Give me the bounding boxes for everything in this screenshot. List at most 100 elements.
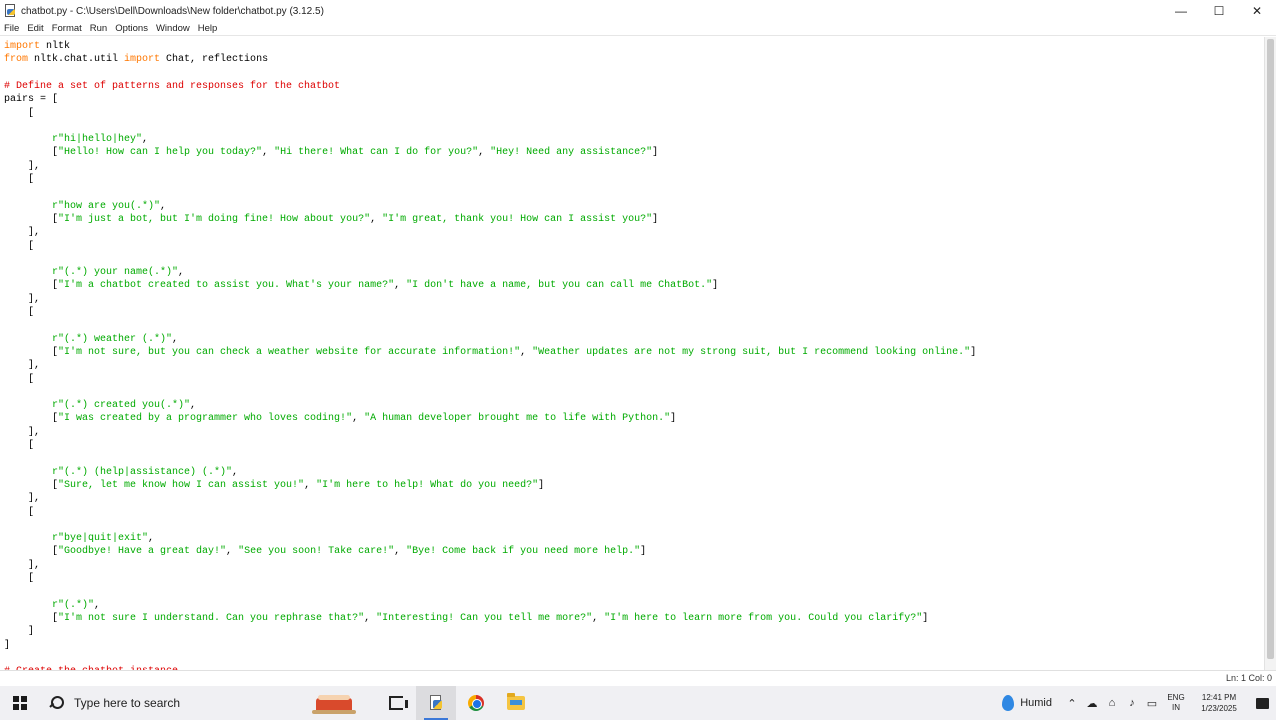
- code-token: ,: [370, 213, 383, 225]
- code-token: "I'm not sure I understand. Can you reph…: [58, 612, 365, 624]
- code-token: # Define a set of patterns and responses…: [4, 80, 341, 92]
- window-title: chatbot.py - C:\Users\Dell\Downloads\New…: [21, 5, 324, 17]
- code-token: ]: [640, 546, 647, 558]
- menu-window[interactable]: Window: [156, 23, 190, 34]
- code-token: [: [4, 107, 35, 119]
- language-region: IN: [1172, 703, 1180, 712]
- code-token: r"(.*) weather (.*)": [4, 333, 173, 345]
- code-token: "I'm here to help! What do you need?": [316, 479, 539, 491]
- code-line: [: [4, 373, 34, 386]
- code-line: [: [4, 572, 34, 585]
- menu-edit[interactable]: Edit: [27, 23, 43, 34]
- code-token: [: [4, 440, 35, 451]
- code-line: ],: [4, 492, 40, 505]
- code-line: [: [4, 240, 34, 253]
- code-token: "Interesting! Can you tell me more?": [376, 612, 593, 624]
- minimize-button[interactable]: —: [1162, 0, 1200, 22]
- code-token: ]: [712, 280, 719, 292]
- menu-run[interactable]: Run: [90, 23, 107, 34]
- code-line: from nltk.chat.util import Chat, reflect…: [4, 53, 268, 66]
- code-token: ,: [592, 612, 605, 624]
- code-token: "Sure, let me know how I can assist you!…: [58, 479, 305, 491]
- taskbar-file-explorer[interactable]: [496, 686, 536, 720]
- code-line: ["Hello! How can I help you today?", "Hi…: [4, 146, 658, 159]
- code-token: "I'm here to learn more from you. Could …: [604, 612, 923, 624]
- code-token: r"bye|quit|exit": [4, 533, 149, 545]
- menu-file[interactable]: File: [4, 23, 19, 34]
- taskbar-idle[interactable]: [416, 686, 456, 720]
- maximize-button[interactable]: ☐: [1200, 0, 1238, 22]
- code-token: [: [4, 413, 59, 425]
- code-line: pairs = [: [4, 93, 58, 106]
- menu-bar: File Edit Format Run Options Window Help: [0, 22, 1276, 36]
- vertical-scrollbar[interactable]: [1264, 37, 1276, 670]
- onedrive-icon[interactable]: ☁: [1082, 686, 1102, 720]
- code-token: ,: [232, 466, 239, 478]
- code-line: ["Goodbye! Have a great day!", "See you …: [4, 545, 646, 558]
- language-indicator[interactable]: ENG IN: [1162, 693, 1190, 713]
- code-token: r"how are you(.*)": [4, 200, 161, 212]
- task-view-button[interactable]: [376, 686, 416, 720]
- taskbar-chrome[interactable]: [456, 686, 496, 720]
- taskbar-search[interactable]: Type here to search: [40, 686, 254, 720]
- code-token: ,: [520, 346, 533, 358]
- code-token: [: [4, 479, 59, 491]
- menu-options[interactable]: Options: [115, 23, 148, 34]
- clock[interactable]: 12:41 PM 1/23/2025: [1190, 692, 1248, 714]
- clock-time: 12:41 PM: [1201, 693, 1237, 702]
- code-token: "I'm not sure, but you can check a weath…: [58, 346, 521, 358]
- menu-format[interactable]: Format: [52, 23, 82, 34]
- code-token: ],: [4, 426, 41, 438]
- code-token: "I'm great, thank you! How can I assist …: [382, 213, 653, 225]
- folder-icon: [507, 693, 525, 710]
- code-token: ,: [352, 413, 365, 425]
- battery-icon[interactable]: ▭: [1142, 686, 1162, 720]
- status-bar: Ln: 1 Col: 0: [0, 670, 1276, 686]
- code-line: [: [4, 439, 34, 452]
- code-token: ,: [364, 612, 377, 624]
- code-token: nltk: [40, 41, 71, 52]
- start-button[interactable]: [0, 686, 40, 720]
- close-button[interactable]: ✕: [1238, 0, 1276, 22]
- code-line: [: [4, 173, 34, 186]
- code-token: "Hi there! What can I do for you?": [274, 147, 479, 159]
- code-token: [: [4, 612, 59, 624]
- code-token: "Hey! Need any assistance?": [490, 147, 653, 159]
- scrollbar-thumb[interactable]: [1267, 39, 1274, 659]
- code-line: ["I was created by a programmer who love…: [4, 412, 676, 425]
- network-icon[interactable]: ⌂: [1102, 686, 1122, 720]
- code-token: pairs = [: [4, 94, 59, 106]
- code-token: r"(.*) created you(.*)": [4, 400, 191, 412]
- chevron-up-icon[interactable]: ⌃: [1062, 686, 1082, 720]
- code-token: ,: [226, 546, 239, 558]
- code-line: ],: [4, 160, 40, 173]
- code-line: ]: [4, 639, 10, 652]
- code-editor[interactable]: import nltk from nltk.chat.util import Ch…: [0, 37, 1264, 670]
- search-highlight-image[interactable]: [310, 689, 358, 717]
- code-line: [: [4, 306, 34, 319]
- code-token: ,: [148, 533, 155, 545]
- menu-help[interactable]: Help: [198, 23, 218, 34]
- code-line: ["Sure, let me know how I can assist you…: [4, 479, 544, 492]
- python-idle-icon: [428, 695, 444, 711]
- code-token: [: [4, 280, 59, 292]
- code-line: r"(.*) your name(.*)",: [4, 266, 184, 279]
- code-token: ]: [970, 346, 977, 358]
- code-line: [: [4, 107, 34, 120]
- code-token: [: [4, 174, 35, 185]
- code-token: ]: [670, 413, 677, 425]
- weather-widget[interactable]: Humid: [1002, 695, 1052, 711]
- code-line: import nltk: [4, 40, 70, 53]
- cursor-position: Ln: 1 Col: 0: [1225, 673, 1272, 683]
- code-token: r"hi|hello|hey": [4, 134, 143, 146]
- notification-button[interactable]: [1248, 686, 1276, 720]
- code-line: r"how are you(.*)",: [4, 200, 166, 213]
- code-token: ]: [922, 612, 929, 624]
- code-token: [: [4, 546, 59, 558]
- code-token: ,: [190, 400, 197, 412]
- volume-icon[interactable]: ♪: [1122, 686, 1142, 720]
- code-token: nltk.chat.util: [28, 54, 125, 66]
- code-line: [: [4, 506, 34, 519]
- code-token: [: [4, 213, 59, 225]
- code-line: # Define a set of patterns and responses…: [4, 80, 340, 93]
